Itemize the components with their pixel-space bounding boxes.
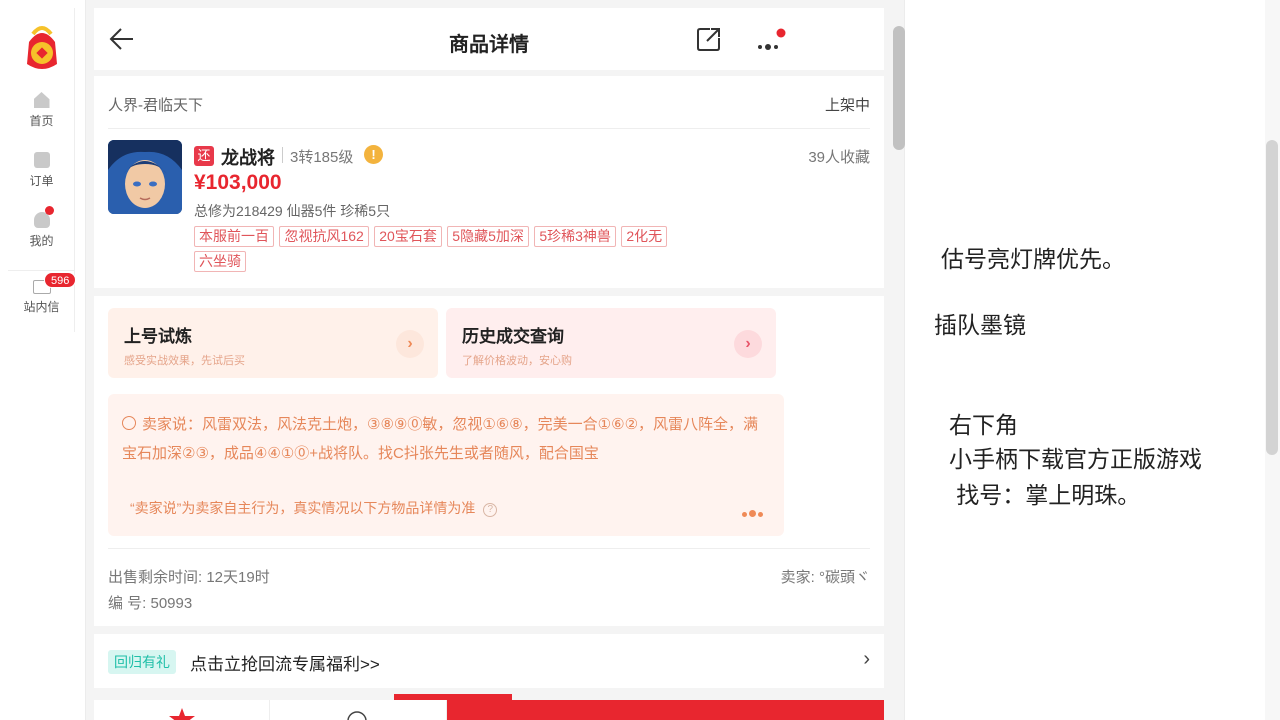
tag: 本服前一百 <box>194 226 274 247</box>
chevron-right-icon: › <box>734 330 762 358</box>
return-gift-tag: 回归有礼 <box>108 650 176 674</box>
seller-says-content: 卖家说：风雷双法，风法克土炮，③⑧⑨⓪敏，忽视①⑥⑧，完美一合①⑥②，风雷八阵全… <box>122 416 759 462</box>
nav-messages-label: 站内信 <box>23 300 60 314</box>
product-card: 人界-君临天下 上架中 还 龙战将 3转185级 ! 39人收藏 ¥103,00… <box>94 76 884 288</box>
share-icon[interactable] <box>696 26 722 52</box>
nav-mine-label: 我的 <box>29 234 54 248</box>
trial-login-button[interactable]: 上号试炼 感受实战效果，先试后买 › <box>108 308 438 378</box>
seller-says-note: “卖家说”为卖家自主行为，真实情况以下方物品详情为准? <box>130 498 498 518</box>
nav-home-label: 首页 <box>29 114 54 128</box>
tag-list: 本服前一百 忽视抗风162 20宝石套 5隐藏5加深 5珍稀3神兽 2化无 六坐… <box>194 226 774 276</box>
nav-home[interactable]: 首页 <box>8 92 75 129</box>
character-name: 龙战将 <box>221 148 275 168</box>
seller-name[interactable]: 卖家: °碳頭ヾ <box>781 566 870 587</box>
home-icon <box>33 92 50 108</box>
return-gift-banner[interactable]: 回归有礼 点击立抢回流专属福利>> › <box>94 634 884 688</box>
server-name: 人界-君临天下 <box>108 97 203 114</box>
seller-says-box: 卖家说：风雷双法，风法克土炮，③⑧⑨⓪敏，忽视①⑥⑧，完美一合①⑥②，风雷八阵全… <box>108 394 784 536</box>
tag: 2化无 <box>621 226 668 247</box>
notification-dot <box>45 206 54 215</box>
buy-now-button[interactable] <box>447 700 884 720</box>
listing-status: 上架中 <box>824 97 870 114</box>
top-bar: 商品详情 <box>94 8 884 70</box>
note-line: 右下角 <box>949 413 1018 439</box>
return-badge: 还 <box>194 146 214 166</box>
app-logo-icon[interactable] <box>21 20 63 76</box>
product-page: 商品详情 人界-君临天下 上架中 还 龙战将 3转185级 ! 39人收藏 ¥1… <box>85 0 905 720</box>
star-icon[interactable] <box>169 708 195 720</box>
character-level: 3转185级 <box>290 149 354 166</box>
nav-mine[interactable]: 我的 <box>8 206 75 249</box>
tag: 5珍稀3神兽 <box>534 226 616 247</box>
tag: 六坐骑 <box>194 251 246 272</box>
promo-title: 历史成交查询 <box>462 327 564 346</box>
page-scrollbar[interactable] <box>893 26 905 150</box>
return-gift-text: 点击立抢回流专属福利>> <box>190 655 380 674</box>
seller-says-text: 卖家说：风雷双法，风法克土炮，③⑧⑨⓪敏，忽视①⑥⑧，完美一合①⑥②，风雷八阵全… <box>122 410 766 468</box>
character-stats: 总修为218429 仙器5件 珍稀5只 <box>194 203 391 219</box>
chevron-right-icon: › <box>863 648 870 670</box>
service-icon[interactable] <box>346 710 368 720</box>
note-line: 找号：掌上明珠。 <box>949 483 1141 509</box>
divider <box>108 128 870 129</box>
more-icon[interactable] <box>754 24 786 54</box>
message-count-badge: 596 <box>44 272 77 288</box>
tag: 20宝石套 <box>374 226 442 247</box>
tag: 忽视抗风162 <box>279 226 369 247</box>
left-nav: 首页 订单 我的 站内信 596 <box>8 8 77 332</box>
bottom-action-bar <box>94 694 884 720</box>
character-avatar[interactable] <box>108 140 182 214</box>
smile-icon <box>122 416 136 430</box>
serial-number: 编 号: 50993 <box>108 595 193 612</box>
tag: 5隐藏5加深 <box>447 226 529 247</box>
remaining-time: 出售剩余时间: 12天19时 <box>108 569 270 586</box>
nav-orders[interactable]: 订单 <box>8 152 75 189</box>
window-scrollbar[interactable] <box>1266 140 1278 455</box>
expand-dots-icon[interactable] <box>740 504 770 517</box>
note-line: 小手柄下载官方正版游戏 <box>949 447 1202 473</box>
note-line: 估号亮灯牌优先。 <box>941 247 1125 273</box>
promo-subtitle: 感受实战效果，先试后买 <box>124 355 245 367</box>
details-card: 上号试炼 感受实战效果，先试后买 › 历史成交查询 了解价格波动，安心购 › 卖… <box>94 296 884 626</box>
nav-orders-label: 订单 <box>29 174 54 188</box>
divider <box>108 548 870 549</box>
warning-icon[interactable]: ! <box>364 145 383 164</box>
favorite-count: 39人收藏 <box>808 149 870 166</box>
help-icon[interactable]: ? <box>483 503 498 517</box>
price: ¥103,000 <box>194 171 282 194</box>
nav-divider <box>8 270 75 271</box>
seller-says-note-text: “卖家说”为卖家自主行为，真实情况以下方物品详情为准 <box>130 500 476 516</box>
history-query-button[interactable]: 历史成交查询 了解价格波动，安心购 › <box>446 308 776 378</box>
name-separator <box>282 147 283 163</box>
promo-title: 上号试炼 <box>124 327 192 346</box>
note-line: 插队墨镜 <box>934 313 1026 339</box>
promo-subtitle: 了解价格波动，安心购 <box>462 355 572 367</box>
chevron-right-icon: › <box>396 330 424 358</box>
order-icon <box>33 152 50 168</box>
divider <box>269 700 270 720</box>
